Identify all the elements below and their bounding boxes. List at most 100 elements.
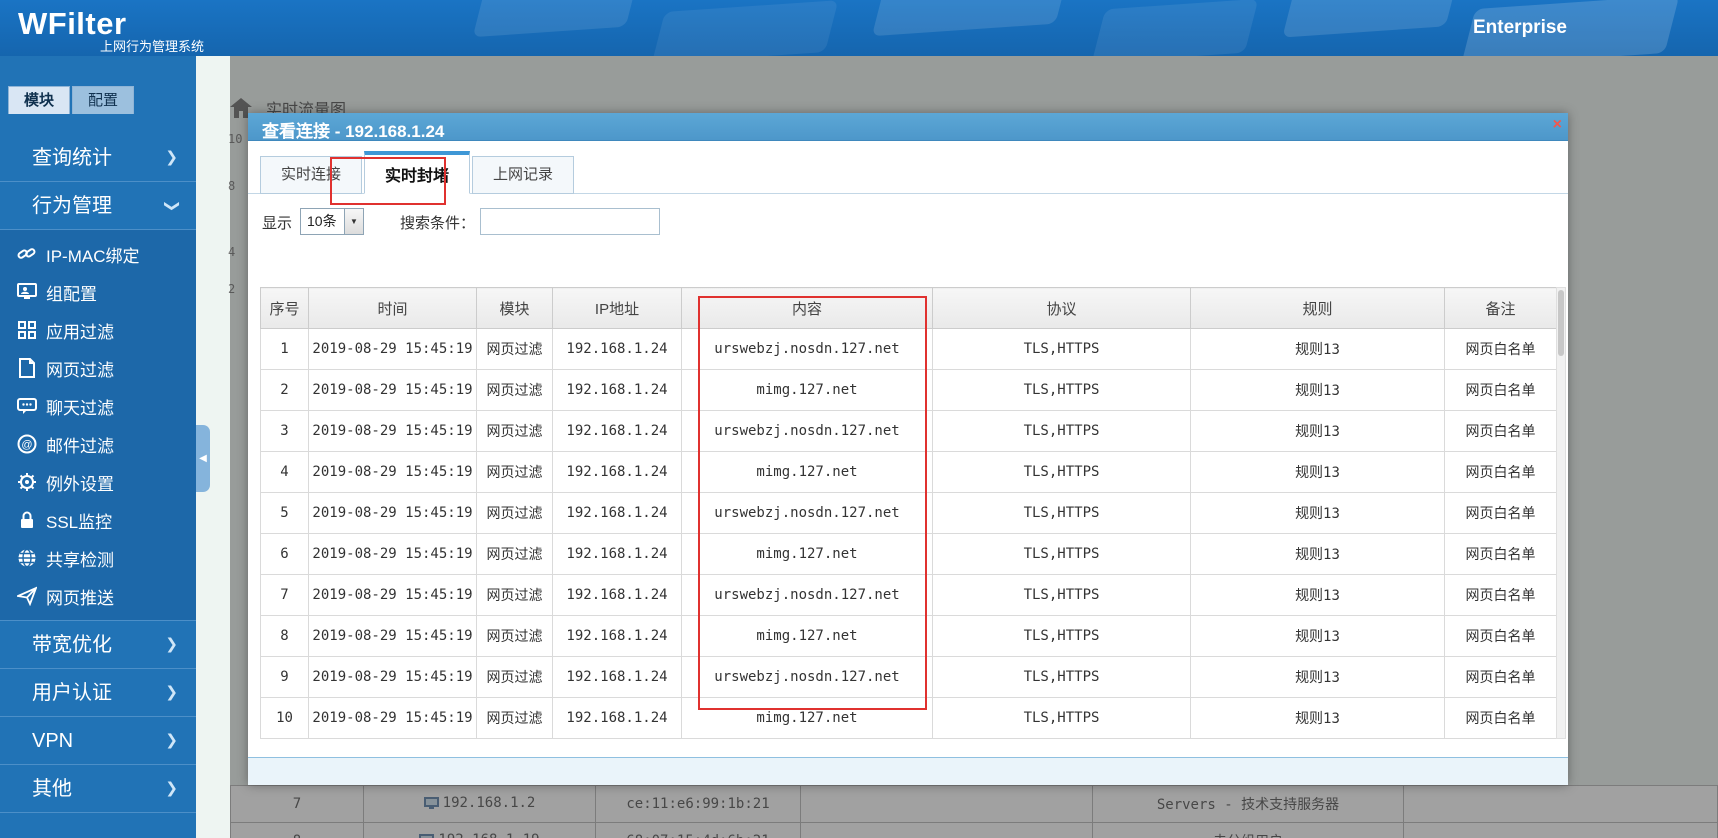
note-cell: 网页白名单 [1444,492,1557,534]
protocol-cell: TLS,HTTPS [932,369,1191,411]
ip-cell: 192.168.1.24 [552,574,682,616]
row-number-cell: 2 [260,369,309,411]
lock-icon [16,509,38,531]
sidebar: 模块 配置 查询统计 ❯ 行为管理 ❮ IP-MAC绑定组配置 应用过滤网页过滤聊天过滤 @ 邮… [0,56,196,838]
ip-cell: 192.168.1.24 [552,615,682,657]
chevron-right-icon: ❯ [165,636,178,653]
sidebar-tab-modules[interactable]: 模块 [8,86,70,114]
protocol-cell: TLS,HTTPS [932,492,1191,534]
sidebar-section-label: 带宽优化 [32,634,112,656]
search-input[interactable] [480,208,660,235]
dialog-tab-2[interactable]: 上网记录 [472,156,575,194]
time-cell: 2019-08-29 15:45:19 [308,451,477,493]
at-icon: @ [16,433,38,455]
sidebar-item-chat[interactable]: 聊天过滤 [0,387,196,425]
column-header: 规则 [1190,287,1445,329]
page-size-select[interactable]: 10条 ▼ [300,208,364,235]
sidebar-item-link[interactable]: IP-MAC绑定 [0,235,196,273]
protocol-cell: TLS,HTTPS [932,656,1191,698]
sidebar-item-at[interactable]: @ 邮件过滤 [0,425,196,463]
module-cell: 网页过滤 [476,328,553,370]
note-cell: 网页白名单 [1444,574,1557,616]
sidebar-section[interactable]: 行为管理 ❮ [0,182,196,230]
dialog-footer [248,758,1568,785]
rule-cell: 规则13 [1190,492,1445,534]
column-header: 协议 [932,287,1191,329]
protocol-cell: TLS,HTTPS [932,328,1191,370]
edition-label: Enterprise [1473,17,1567,38]
sidebar-item-webpage[interactable]: 网页过滤 [0,349,196,387]
scrollbar-thumb[interactable] [1558,290,1564,356]
note-cell: 网页白名单 [1444,451,1557,493]
dialog-titlebar: 查看连接 - 192.168.1.24 × [248,113,1568,141]
sidebar-section[interactable]: 查询统计 ❯ [0,134,196,182]
sidebar-item-label: IP-MAC绑定 [46,246,140,266]
row-number-cell: 4 [260,451,309,493]
time-cell: 2019-08-29 15:45:19 [308,697,477,739]
chevron-down-icon[interactable]: ▼ [344,209,363,234]
sidebar-item-grid[interactable]: 应用过滤 [0,311,196,349]
sidebar-section[interactable]: 用户认证 ❯ [0,669,196,717]
row-number-cell: 5 [260,492,309,534]
sidebar-item-globe[interactable]: 共享检测 [0,539,196,577]
sidebar-section[interactable]: 带宽优化 ❯ [0,621,196,669]
svg-text:@: @ [21,439,32,451]
module-cell: 网页过滤 [476,369,553,411]
ip-cell: 192.168.1.24 [552,492,682,534]
sidebar-section-label: 行为管理 [32,195,112,217]
monitor-user-icon [16,281,38,303]
sidebar-item-lock[interactable]: SSL监控 [0,501,196,539]
table-row: 6 2019-08-29 15:45:19 网页过滤 192.168.1.24 mimg… [260,533,1557,575]
sidebar-tab-config[interactable]: 配置 [72,86,134,114]
sidebar-section[interactable]: VPN ❯ [0,717,196,765]
chat-icon [16,395,38,417]
close-icon[interactable]: × [1553,116,1562,134]
app-logo-subtitle: 上网行为管理系统 [100,39,205,54]
table-row: 4 2019-08-29 15:45:19 网页过滤 192.168.1.24 mimg… [260,451,1557,493]
rule-cell: 规则13 [1190,697,1445,739]
table-row: 3 2019-08-29 15:45:19 网页过滤 192.168.1.24 ursw… [260,410,1557,452]
send-icon [16,585,38,607]
protocol-cell: TLS,HTTPS [932,574,1191,616]
note-cell: 网页白名单 [1444,410,1557,452]
content-cell: mimg.127.net [681,697,933,739]
content-cell: mimg.127.net [681,451,933,493]
sidebar-section-label: 其他 [32,778,72,800]
content-cell: mimg.127.net [681,533,933,575]
table-scrollbar[interactable] [1556,287,1566,739]
chevron-right-icon: ❯ [165,684,178,701]
time-cell: 2019-08-29 15:45:19 [308,533,477,575]
module-cell: 网页过滤 [476,533,553,575]
note-cell: 网页白名单 [1444,533,1557,575]
row-number-cell: 10 [260,697,309,739]
sidebar-section[interactable]: 其他 ❯ [0,765,196,813]
column-header: 内容 [681,287,933,329]
ip-cell: 192.168.1.24 [552,533,682,575]
sidebar-item-gear[interactable]: 例外设置 [0,463,196,501]
sidebar-item-send[interactable]: 网页推送 [0,577,196,615]
content-cell: urswebzj.nosdn.127.net [681,410,933,452]
content-cell: mimg.127.net [681,369,933,411]
module-cell: 网页过滤 [476,656,553,698]
dialog-tab-0[interactable]: 实时连接 [260,156,363,194]
ip-cell: 192.168.1.24 [552,410,682,452]
sidebar-collapse-handle[interactable]: ◀ [196,425,210,492]
ip-cell: 192.168.1.24 [552,697,682,739]
column-header: 序号 [260,287,309,329]
ip-cell: 192.168.1.24 [552,328,682,370]
content-cell: urswebzj.nosdn.127.net [681,328,933,370]
module-cell: 网页过滤 [476,697,553,739]
sidebar-item-monitor-user[interactable]: 组配置 [0,273,196,311]
note-cell: 网页白名单 [1444,656,1557,698]
time-cell: 2019-08-29 15:45:19 [308,656,477,698]
protocol-cell: TLS,HTTPS [932,451,1191,493]
blocked-connections-table: 序号 时间 模块 IP地址 内容 协议 规则 备注 1 2019-08-29 15:45:19 网… [260,287,1557,739]
table-row: 9 2019-08-29 15:45:19 网页过滤 192.168.1.24 ursw… [260,656,1557,698]
rule-cell: 规则13 [1190,410,1445,452]
ip-cell: 192.168.1.24 [552,656,682,698]
dialog-tab-1[interactable]: 实时封堵 [364,151,471,194]
row-number-cell: 7 [260,574,309,616]
row-number-cell: 8 [260,615,309,657]
chevron-down-icon: ❮ [162,199,180,213]
sidebar-item-label: 网页过滤 [46,360,114,380]
